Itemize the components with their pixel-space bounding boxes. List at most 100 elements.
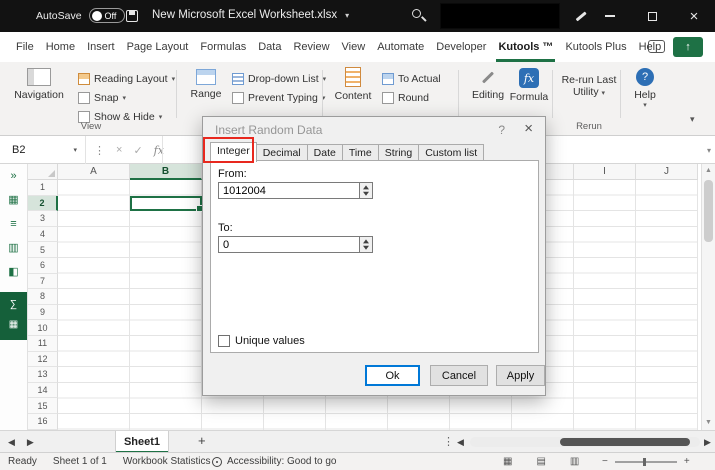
sheet-count[interactable]: Sheet 1 of 1 — [53, 456, 107, 467]
column-header-i[interactable]: I — [574, 164, 636, 180]
cancel-entry-icon[interactable]: × — [116, 144, 122, 156]
help-button[interactable]: ? Help ▾ — [626, 66, 664, 122]
editing-button[interactable]: Editing — [468, 66, 508, 122]
formula-button[interactable]: fx Formula — [508, 66, 550, 122]
pane-toggle-icon[interactable]: » — [0, 164, 27, 188]
scroll-up-icon[interactable]: ▲ — [702, 164, 715, 178]
normal-view-icon[interactable]: ▦ — [503, 456, 512, 467]
tab-integer[interactable]: Integer — [210, 142, 257, 162]
tab-home[interactable]: Home — [40, 32, 81, 62]
search-icon[interactable] — [412, 9, 427, 24]
horizontal-scroll-thumb[interactable] — [560, 438, 690, 446]
reading-layout-button[interactable]: Reading Layout ▾ — [78, 70, 175, 87]
ribbon-collapse-icon[interactable]: ▾ — [690, 114, 695, 125]
vertical-scrollbar[interactable]: ▲ ▼ — [701, 164, 715, 430]
tab-file[interactable]: File — [10, 32, 40, 62]
row-header-4[interactable]: 4 — [28, 226, 58, 243]
zoom-slider-thumb[interactable] — [642, 457, 646, 466]
confirm-entry-icon[interactable]: ✓ — [133, 144, 142, 157]
to-actual-button[interactable]: To Actual — [382, 70, 441, 87]
column-header-j[interactable]: J — [636, 164, 698, 180]
rerun-last-utility-button[interactable]: Re-run Last Utility ▾ — [558, 66, 620, 122]
navigation-button[interactable]: Navigation — [10, 66, 68, 122]
tab-kutools-plus[interactable]: Kutools Plus — [559, 32, 632, 62]
from-input[interactable]: 1012004 — [218, 182, 373, 199]
cancel-button[interactable]: Cancel — [430, 365, 488, 386]
row-header-2[interactable]: 2 — [28, 195, 58, 212]
snap-button[interactable]: Snap ▾ — [78, 89, 126, 106]
drag-handle-icon[interactable]: ⋮ — [94, 144, 105, 157]
spin-up-icon[interactable] — [360, 237, 372, 245]
to-spinner[interactable] — [359, 236, 373, 253]
row-header-9[interactable]: 9 — [28, 304, 58, 321]
tab-automate[interactable]: Automate — [371, 32, 430, 62]
sheet-next-icon[interactable]: ▶ — [27, 437, 34, 448]
add-sheet-icon[interactable]: + — [198, 433, 206, 448]
kutools-list-icon[interactable]: ≡ — [0, 212, 27, 236]
kutools-calendar-icon[interactable]: ▦ — [0, 188, 27, 212]
document-title[interactable]: New Microsoft Excel Worksheet.xlsx ▾ — [152, 9, 349, 21]
row-header-6[interactable]: 6 — [28, 257, 58, 274]
accessibility-status[interactable]: Accessibility: Good to go — [212, 453, 337, 470]
range-button[interactable]: Range — [184, 66, 228, 122]
row-header-14[interactable]: 14 — [28, 382, 58, 399]
tab-kutools[interactable]: Kutools ™ — [492, 32, 559, 62]
selected-cell-b2[interactable] — [130, 195, 203, 212]
page-break-view-icon[interactable]: ▥ — [570, 456, 579, 467]
kutools-chart-icon[interactable]: ▥ — [0, 236, 27, 260]
share-button[interactable]: ↑ — [673, 37, 703, 57]
minimize-button[interactable] — [589, 0, 631, 32]
row-header-12[interactable]: 12 — [28, 351, 58, 368]
content-button[interactable]: Content — [330, 66, 376, 122]
row-header-1[interactable]: 1 — [28, 180, 58, 196]
row-header-11[interactable]: 11 — [28, 335, 58, 352]
tab-review[interactable]: Review — [287, 32, 335, 62]
close-button[interactable]: × — [673, 0, 715, 32]
dialog-close-icon[interactable]: × — [524, 120, 533, 137]
row-header-3[interactable]: 3 — [28, 211, 58, 227]
row-header-13[interactable]: 13 — [28, 367, 58, 383]
tab-view[interactable]: View — [336, 32, 372, 62]
row-header-8[interactable]: 8 — [28, 289, 58, 305]
horizontal-scrollbar[interactable] — [470, 437, 700, 447]
zoom-in-icon[interactable]: + — [684, 456, 690, 467]
vertical-scroll-thumb[interactable] — [704, 180, 713, 242]
apply-button[interactable]: Apply — [496, 365, 545, 386]
grid-tool-icon[interactable]: ▦ — [0, 315, 27, 335]
tab-data[interactable]: Data — [252, 32, 287, 62]
dialog-help-icon[interactable]: ? — [498, 123, 505, 137]
select-all-corner[interactable] — [28, 164, 58, 180]
row-header-16[interactable]: 16 — [28, 413, 58, 430]
row-header-5[interactable]: 5 — [28, 242, 58, 258]
spin-down-icon[interactable] — [360, 191, 372, 199]
comments-icon[interactable] — [648, 40, 665, 53]
row-header-15[interactable]: 15 — [28, 398, 58, 414]
page-layout-view-icon[interactable]: ▤ — [536, 456, 545, 467]
sheet-options-icon[interactable]: ⋮ — [443, 435, 454, 448]
prevent-typing-button[interactable]: Prevent Typing ▾ — [232, 89, 325, 106]
ok-button[interactable]: Ok — [365, 365, 420, 386]
sheet-prev-icon[interactable]: ◀ — [8, 437, 15, 448]
save-icon[interactable] — [126, 10, 138, 22]
autosave-switch[interactable]: Off — [88, 8, 125, 23]
round-button[interactable]: Round — [382, 89, 429, 106]
zoom-slider[interactable] — [614, 457, 677, 466]
zoom-out-icon[interactable]: − — [602, 456, 608, 467]
from-spinner[interactable] — [359, 182, 373, 199]
pen-icon[interactable] — [574, 9, 588, 23]
dropdown-list-button[interactable]: Drop-down List ▾ — [232, 70, 326, 87]
tab-insert[interactable]: Insert — [81, 32, 121, 62]
autosave-toggle[interactable]: AutoSave Off — [36, 8, 125, 23]
row-header-10[interactable]: 10 — [28, 320, 58, 336]
spin-down-icon[interactable] — [360, 245, 372, 253]
hscroll-right-icon[interactable]: ▶ — [704, 431, 711, 453]
column-header-b[interactable]: B — [130, 164, 202, 180]
unique-values-checkbox[interactable]: Unique values — [218, 335, 305, 347]
row-header-7[interactable]: 7 — [28, 273, 58, 290]
sum-tool-icon[interactable]: ∑ — [0, 295, 27, 315]
scroll-down-icon[interactable]: ▼ — [702, 416, 715, 430]
hscroll-left-icon[interactable]: ◀ — [457, 431, 464, 453]
cells-area-left[interactable] — [58, 180, 202, 430]
column-header-a[interactable]: A — [58, 164, 130, 180]
to-input[interactable]: 0 — [218, 236, 373, 253]
